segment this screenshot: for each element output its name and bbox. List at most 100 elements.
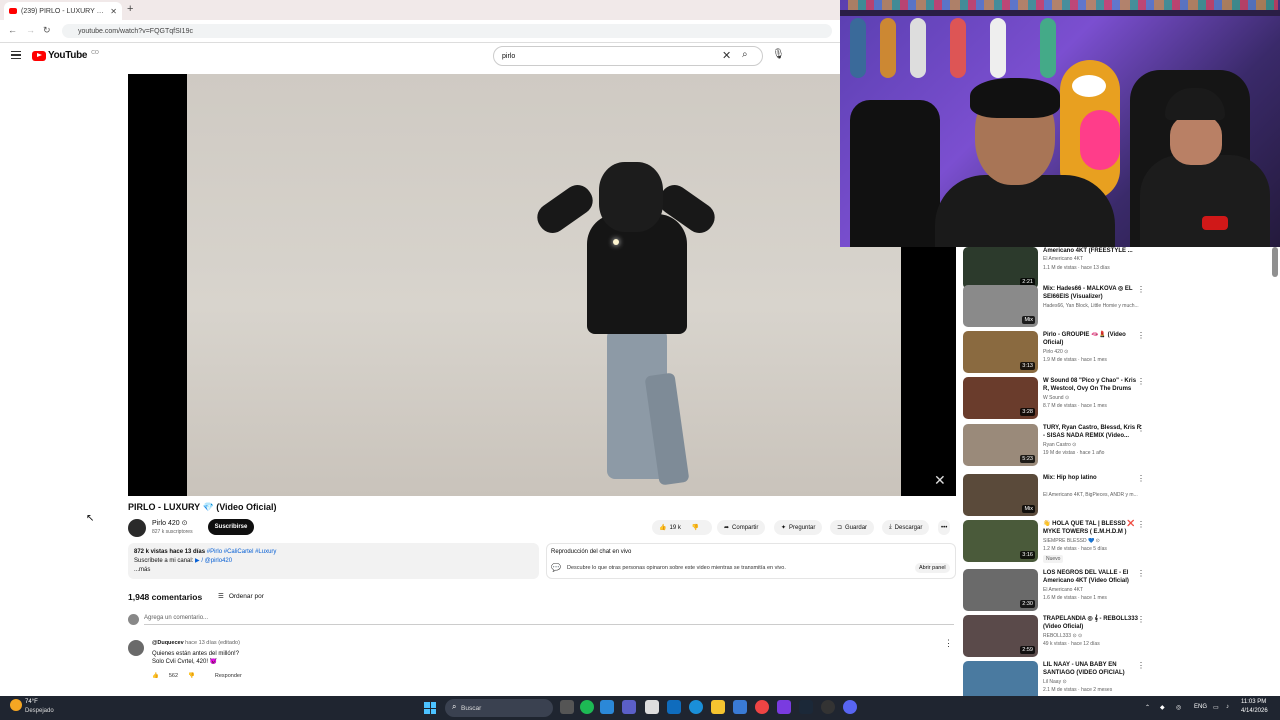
scrollbar[interactable] (1272, 247, 1278, 277)
sidebar-video-title[interactable]: Mix: Hip hop latino (1043, 474, 1143, 482)
more-options-icon[interactable]: ⋮ (1137, 474, 1145, 483)
volume-icon[interactable]: ♪ (1226, 704, 1229, 710)
sidebar-video-item[interactable]: 2:21 Americano 4KT (FREESTYLE ... El Ameri… (963, 247, 1263, 290)
description-box[interactable]: 872 k vistas hace 13 días #Pirlo #CaliCa… (128, 543, 539, 579)
video-player[interactable]: ✕ (128, 74, 956, 496)
app-icon[interactable] (600, 700, 614, 714)
save-button[interactable]: ⊐ Guardar (830, 520, 875, 535)
video-thumbnail[interactable]: 5:23 (963, 424, 1038, 466)
steam-icon[interactable] (799, 700, 813, 714)
app-icon[interactable] (733, 700, 747, 714)
more-actions-button[interactable]: ••• (938, 520, 951, 535)
sidebar-video-title[interactable]: Mix: Hades66 - MALKOVA ◎ EL SEI66EIS (Vi… (1043, 285, 1143, 301)
tray-icon[interactable]: ◆ (1160, 704, 1165, 711)
browser-tab[interactable]: (239) PIRLO - LUXURY 💎 (Vide ✕ (4, 2, 122, 20)
sidebar-video-item[interactable]: 3:28 W Sound 08 "Pico y Chao" - Kris R, W… (963, 377, 1263, 420)
file-explorer-icon[interactable] (711, 700, 725, 714)
video-thumbnail[interactable]: 2:30 (963, 569, 1038, 611)
add-comment-input[interactable]: Agrega un comentario... (144, 615, 954, 625)
weather-icon[interactable] (10, 699, 22, 711)
back-icon[interactable]: ← (8, 25, 17, 35)
sidebar-video-title[interactable]: TRAPELANDIA ◎ 𝄞 - REBOLL333 (Video Ofici… (1043, 615, 1143, 631)
edge-icon[interactable] (689, 700, 703, 714)
menu-icon[interactable] (11, 51, 21, 59)
new-tab-button[interactable]: + (127, 3, 133, 15)
video-thumbnail[interactable]: 3:13 (963, 331, 1038, 373)
store-icon[interactable] (645, 700, 659, 714)
youtube-logo[interactable]: YouTube CO (32, 50, 99, 61)
obs-icon[interactable] (821, 700, 835, 714)
channel-name[interactable]: Pirlo 420 ⊙ (152, 519, 187, 527)
like-icon[interactable]: 👍 (659, 524, 666, 531)
video-thumbnail[interactable]: 3:16 (963, 520, 1038, 562)
more-options-icon[interactable]: ⋮ (1137, 569, 1145, 578)
sidebar-video-item[interactable]: 3:16 👋 HOLA QUE TAL | BLESSD ❌ MYKE TOWER… (963, 520, 1263, 563)
channel-link[interactable]: ▶ / @pirlo420 (195, 558, 232, 564)
url-field[interactable]: youtube.com/watch?v=FQGTqfSI19c (62, 24, 832, 38)
clock-date[interactable]: 4/14/2026 (1241, 708, 1268, 714)
more-options-icon[interactable]: ⋮ (1137, 520, 1145, 529)
tray-icon[interactable]: ◎ (1176, 704, 1181, 711)
clock-time[interactable]: 11:03 PM (1241, 699, 1266, 705)
sidebar-video-title[interactable]: W Sound 08 "Pico y Chao" - Kris R, Westc… (1043, 377, 1143, 393)
outlook-icon[interactable] (667, 700, 681, 714)
sidebar-video-item[interactable]: Mix Mix: Hades66 - MALKOVA ◎ EL SEI66EIS … (963, 285, 1263, 328)
dislike-icon[interactable]: 👎 (692, 524, 699, 531)
reply-button[interactable]: Responder (215, 673, 242, 679)
video-thumbnail[interactable]: 3:28 (963, 377, 1038, 419)
sidebar-video-item[interactable]: 2:30 LOS NEGROS DEL VALLE - El Americano … (963, 569, 1263, 612)
clear-search-icon[interactable]: ✕ (722, 49, 731, 62)
open-panel-button[interactable]: Abrir panel (915, 563, 950, 573)
download-button[interactable]: ⤓ Descargar (882, 520, 930, 535)
video-thumbnail[interactable]: Mix (963, 285, 1038, 327)
more-options-icon[interactable]: ⋮ (1137, 377, 1145, 386)
sidebar-video-title[interactable]: 👋 HOLA QUE TAL | BLESSD ❌ MYKE TOWERS ( … (1043, 520, 1143, 536)
sidebar-video-item[interactable]: Mix Mix: Hip hop latino El Americano 4KT, … (963, 474, 1263, 517)
more-options-icon[interactable]: ⋮ (1137, 331, 1145, 340)
network-icon[interactable]: ▭ (1213, 704, 1219, 711)
search-icon[interactable]: ⌕ (742, 49, 748, 60)
chrome-icon[interactable] (755, 700, 769, 714)
ask-button[interactable]: ✦ Preguntar (774, 520, 823, 535)
comment-like-icon[interactable]: 👍 (152, 673, 159, 679)
more-options-icon[interactable]: ⋮ (1137, 285, 1145, 294)
comment-dislike-icon[interactable]: 👎 (188, 673, 195, 679)
forward-icon[interactable]: → (26, 25, 35, 35)
sidebar-video-item[interactable]: 2:59 TRAPELANDIA ◎ 𝄞 - REBOLL333 (Video O… (963, 615, 1263, 658)
comment-author[interactable]: @Duquecev (152, 640, 184, 646)
comment-avatar[interactable] (128, 640, 144, 656)
subscribe-button[interactable]: Suscribirse (208, 519, 254, 535)
video-thumbnail[interactable]: 2:59 (963, 615, 1038, 657)
sidebar-video-title[interactable]: LIL NAAY - UNA BABY EN SANTIAGO (VIDEO O… (1043, 661, 1143, 677)
sidebar-video-item[interactable]: 5:23 TURY, Ryan Castro, Blessd, Kris R - … (963, 424, 1263, 467)
teams-icon[interactable] (622, 700, 636, 714)
more-options-icon[interactable]: ⋮ (1137, 424, 1145, 433)
comment-more-icon[interactable]: ⋮ (944, 638, 953, 649)
sidebar-video-title[interactable]: Americano 4KT (FREESTYLE ... (1043, 247, 1143, 255)
discord-icon[interactable] (843, 700, 857, 714)
like-dislike-button[interactable]: 👍 19 k 👎 (652, 520, 712, 535)
sidebar-video-title[interactable]: LOS NEGROS DEL VALLE - El Americano 4KT … (1043, 569, 1143, 585)
task-view-icon[interactable] (560, 700, 574, 714)
spotify-icon[interactable] (580, 700, 594, 714)
sort-button[interactable]: ☰ Ordenar por (218, 592, 264, 601)
video-thumbnail[interactable]: Mix (963, 474, 1038, 516)
video-thumbnail[interactable]: 2:21 (963, 247, 1038, 289)
sidebar-video-item[interactable]: 3:13 Pirlo - GROUPIE 🫦💄 (Video Oficial) Pi… (963, 331, 1263, 374)
chevron-up-icon[interactable]: ⌃ (1145, 704, 1150, 711)
taskbar-search[interactable]: Buscar (445, 699, 553, 717)
show-more-link[interactable]: ...más (134, 566, 533, 575)
language-indicator[interactable]: ENG (1194, 704, 1207, 710)
hashtags[interactable]: #Pirlo #CaliCartel #Luxury (205, 549, 277, 555)
reload-icon[interactable]: ↻ (43, 25, 51, 36)
share-button[interactable]: ➦ Compartir (717, 520, 766, 535)
tab-close-icon[interactable]: ✕ (110, 7, 117, 16)
sidebar-video-title[interactable]: TURY, Ryan Castro, Blessd, Kris R - SISA… (1043, 424, 1143, 440)
start-icon[interactable] (424, 702, 436, 714)
more-options-icon[interactable]: ⋮ (1137, 661, 1145, 670)
mic-icon[interactable]: 🎙 (772, 49, 785, 60)
kick-icon[interactable] (777, 700, 791, 714)
more-options-icon[interactable]: ⋮ (1137, 615, 1145, 624)
channel-avatar[interactable] (128, 519, 146, 537)
sidebar-video-title[interactable]: Pirlo - GROUPIE 🫦💄 (Video Oficial) (1043, 331, 1143, 347)
